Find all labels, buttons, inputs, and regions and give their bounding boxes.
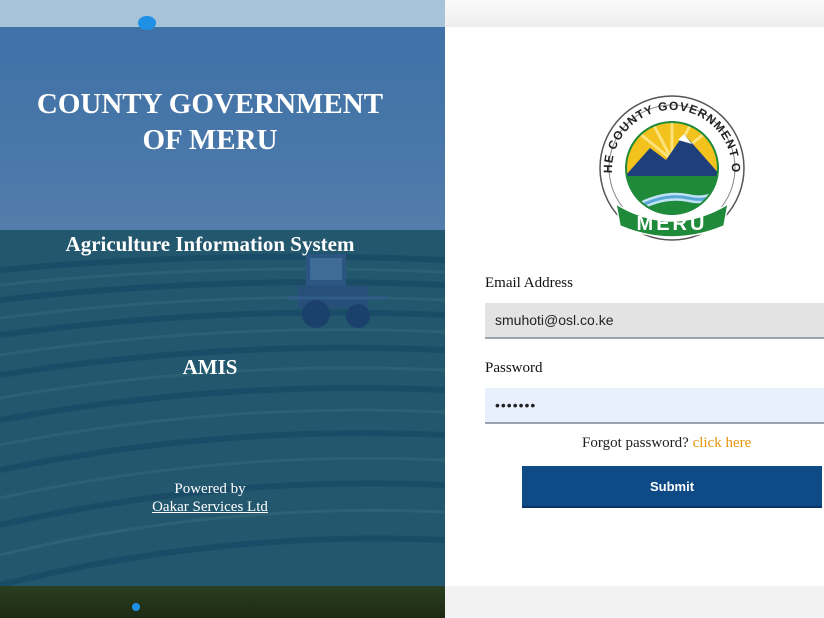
submit-button[interactable]: Submit bbox=[522, 466, 822, 508]
hero-bottom-strip bbox=[0, 586, 445, 618]
password-label: Password bbox=[485, 360, 543, 376]
email-field[interactable] bbox=[485, 303, 824, 339]
system-name: Agriculture Information System bbox=[65, 232, 355, 256]
county-title-line1: COUNTY GOVERNMENT bbox=[36, 88, 384, 120]
seal-banner-text: MERU bbox=[637, 213, 708, 235]
company-link[interactable]: Oakar Services Ltd bbox=[152, 499, 268, 515]
bottom-bar bbox=[445, 586, 824, 618]
forgot-password-text: Forgot password? bbox=[582, 435, 689, 451]
county-title: COUNTY GOVERNMENT OF MERU bbox=[0, 86, 420, 158]
decorative-dot bbox=[132, 603, 140, 611]
system-abbreviation: AMIS bbox=[182, 355, 238, 379]
password-field[interactable] bbox=[485, 388, 824, 424]
forgot-password-link[interactable]: click here bbox=[693, 435, 752, 451]
powered-by-label: Powered by bbox=[174, 481, 246, 497]
hero-panel: COUNTY GOVERNMENT OF MERU Agriculture In… bbox=[0, 0, 445, 618]
county-title-line2: OF MERU bbox=[142, 124, 278, 156]
forgot-password: Forgot password? click here bbox=[582, 435, 751, 452]
top-bar bbox=[445, 0, 824, 27]
decorative-dot bbox=[138, 16, 156, 30]
email-label: Email Address bbox=[485, 275, 573, 291]
hero-top-strip bbox=[0, 0, 445, 27]
powered-by: Powered by Oakar Services Ltd bbox=[0, 480, 420, 516]
county-seal-logo: THE COUNTY GOVERNMENT OF MERU bbox=[588, 88, 745, 241]
